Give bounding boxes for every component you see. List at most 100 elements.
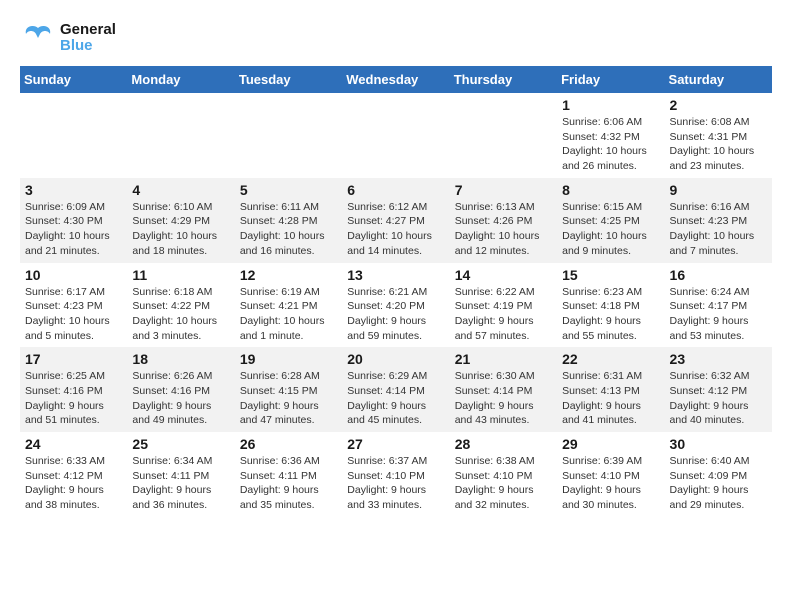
weekday-header-thursday: Thursday [450,66,557,93]
day-info: Sunrise: 6:22 AM Sunset: 4:19 PM Dayligh… [455,285,552,344]
day-info: Sunrise: 6:40 AM Sunset: 4:09 PM Dayligh… [670,454,767,513]
logo-bird-icon [20,20,56,56]
day-number: 9 [670,182,767,198]
weekday-header-sunday: Sunday [20,66,127,93]
day-info: Sunrise: 6:37 AM Sunset: 4:10 PM Dayligh… [347,454,444,513]
calendar-cell [235,93,342,178]
day-number: 17 [25,351,122,367]
day-info: Sunrise: 6:08 AM Sunset: 4:31 PM Dayligh… [670,115,767,174]
calendar-cell: 19 Sunrise: 6:28 AM Sunset: 4:15 PM Dayli… [235,347,342,432]
header: General Blue [20,20,772,56]
day-number: 12 [240,267,337,283]
calendar-cell: 7Sunrise: 6:13 AM Sunset: 4:26 PM Daylig… [450,178,557,263]
calendar-cell: 26 Sunrise: 6:36 AM Sunset: 4:11 PM Dayli… [235,432,342,517]
day-number: 10 [25,267,122,283]
day-number: 6 [347,182,444,198]
calendar-cell: 24Sunrise: 6:33 AM Sunset: 4:12 PM Dayli… [20,432,127,517]
day-info: Sunrise: 6:38 AM Sunset: 4:10 PM Dayligh… [455,454,552,513]
week-row-3: 10 Sunrise: 6:17 AM Sunset: 4:23 PM Dayli… [20,263,772,348]
calendar-cell: 12 Sunrise: 6:19 AM Sunset: 4:21 PM Dayli… [235,263,342,348]
day-number: 18 [132,351,229,367]
calendar-cell: 8 Sunrise: 6:15 AM Sunset: 4:25 PM Daylig… [557,178,664,263]
day-info: Sunrise: 6:39 AM Sunset: 4:10 PM Dayligh… [562,454,659,513]
day-info: Sunrise: 6:33 AM Sunset: 4:12 PM Dayligh… [25,454,122,513]
day-info: Sunrise: 6:29 AM Sunset: 4:14 PM Dayligh… [347,369,444,428]
day-number: 2 [670,97,767,113]
calendar-cell: 25 Sunrise: 6:34 AM Sunset: 4:11 PM Dayli… [127,432,234,517]
day-info: Sunrise: 6:09 AM Sunset: 4:30 PM Dayligh… [25,200,122,259]
day-info: Sunrise: 6:23 AM Sunset: 4:18 PM Dayligh… [562,285,659,344]
weekday-header-row: SundayMondayTuesdayWednesdayThursdayFrid… [20,66,772,93]
day-number: 30 [670,436,767,452]
calendar-cell: 6 Sunrise: 6:12 AM Sunset: 4:27 PM Daylig… [342,178,449,263]
day-info: Sunrise: 6:32 AM Sunset: 4:12 PM Dayligh… [670,369,767,428]
calendar-cell: 3Sunrise: 6:09 AM Sunset: 4:30 PM Daylig… [20,178,127,263]
day-info: Sunrise: 6:26 AM Sunset: 4:16 PM Dayligh… [132,369,229,428]
calendar-cell: 27 Sunrise: 6:37 AM Sunset: 4:10 PM Dayli… [342,432,449,517]
calendar-cell: 2 Sunrise: 6:08 AM Sunset: 4:31 PM Daylig… [665,93,772,178]
day-info: Sunrise: 6:10 AM Sunset: 4:29 PM Dayligh… [132,200,229,259]
day-info: Sunrise: 6:28 AM Sunset: 4:15 PM Dayligh… [240,369,337,428]
calendar-cell [20,93,127,178]
calendar-cell: 9 Sunrise: 6:16 AM Sunset: 4:23 PM Daylig… [665,178,772,263]
calendar-cell: 5 Sunrise: 6:11 AM Sunset: 4:28 PM Daylig… [235,178,342,263]
calendar-cell: 14 Sunrise: 6:22 AM Sunset: 4:19 PM Dayli… [450,263,557,348]
week-row-5: 24Sunrise: 6:33 AM Sunset: 4:12 PM Dayli… [20,432,772,517]
calendar-cell: 22Sunrise: 6:31 AM Sunset: 4:13 PM Dayli… [557,347,664,432]
day-info: Sunrise: 6:21 AM Sunset: 4:20 PM Dayligh… [347,285,444,344]
day-number: 14 [455,267,552,283]
weekday-header-wednesday: Wednesday [342,66,449,93]
day-info: Sunrise: 6:11 AM Sunset: 4:28 PM Dayligh… [240,200,337,259]
day-info: Sunrise: 6:17 AM Sunset: 4:23 PM Dayligh… [25,285,122,344]
day-info: Sunrise: 6:36 AM Sunset: 4:11 PM Dayligh… [240,454,337,513]
day-info: Sunrise: 6:16 AM Sunset: 4:23 PM Dayligh… [670,200,767,259]
calendar-cell: 16 Sunrise: 6:24 AM Sunset: 4:17 PM Dayli… [665,263,772,348]
day-number: 19 [240,351,337,367]
week-row-4: 17 Sunrise: 6:25 AM Sunset: 4:16 PM Dayli… [20,347,772,432]
calendar-cell [127,93,234,178]
logo-line2: Blue [60,38,116,55]
day-number: 16 [670,267,767,283]
calendar-cell: 11 Sunrise: 6:18 AM Sunset: 4:22 PM Dayli… [127,263,234,348]
day-number: 29 [562,436,659,452]
day-number: 13 [347,267,444,283]
day-number: 11 [132,267,229,283]
calendar-cell: 28 Sunrise: 6:38 AM Sunset: 4:10 PM Dayli… [450,432,557,517]
day-number: 27 [347,436,444,452]
day-number: 5 [240,182,337,198]
weekday-header-saturday: Saturday [665,66,772,93]
calendar-cell: 30 Sunrise: 6:40 AM Sunset: 4:09 PM Dayli… [665,432,772,517]
calendar-cell: 10 Sunrise: 6:17 AM Sunset: 4:23 PM Dayli… [20,263,127,348]
day-info: Sunrise: 6:34 AM Sunset: 4:11 PM Dayligh… [132,454,229,513]
day-info: Sunrise: 6:19 AM Sunset: 4:21 PM Dayligh… [240,285,337,344]
day-number: 23 [670,351,767,367]
calendar-cell: 18 Sunrise: 6:26 AM Sunset: 4:16 PM Dayli… [127,347,234,432]
day-info: Sunrise: 6:12 AM Sunset: 4:27 PM Dayligh… [347,200,444,259]
calendar-cell [450,93,557,178]
day-info: Sunrise: 6:25 AM Sunset: 4:16 PM Dayligh… [25,369,122,428]
day-info: Sunrise: 6:15 AM Sunset: 4:25 PM Dayligh… [562,200,659,259]
weekday-header-friday: Friday [557,66,664,93]
calendar-cell: 13 Sunrise: 6:21 AM Sunset: 4:20 PM Dayli… [342,263,449,348]
day-number: 26 [240,436,337,452]
weekday-header-tuesday: Tuesday [235,66,342,93]
calendar-table: SundayMondayTuesdayWednesdayThursdayFrid… [20,66,772,517]
day-number: 22 [562,351,659,367]
logo: General Blue [20,20,116,56]
day-info: Sunrise: 6:24 AM Sunset: 4:17 PM Dayligh… [670,285,767,344]
day-number: 28 [455,436,552,452]
day-number: 8 [562,182,659,198]
day-number: 1 [562,97,659,113]
day-info: Sunrise: 6:06 AM Sunset: 4:32 PM Dayligh… [562,115,659,174]
day-info: Sunrise: 6:30 AM Sunset: 4:14 PM Dayligh… [455,369,552,428]
day-number: 4 [132,182,229,198]
calendar-cell: 17 Sunrise: 6:25 AM Sunset: 4:16 PM Dayli… [20,347,127,432]
day-number: 25 [132,436,229,452]
calendar-cell [342,93,449,178]
day-info: Sunrise: 6:18 AM Sunset: 4:22 PM Dayligh… [132,285,229,344]
calendar-cell: 4 Sunrise: 6:10 AM Sunset: 4:29 PM Daylig… [127,178,234,263]
calendar-cell: 23 Sunrise: 6:32 AM Sunset: 4:12 PM Dayli… [665,347,772,432]
day-number: 7 [455,182,552,198]
week-row-1: 1 Sunrise: 6:06 AM Sunset: 4:32 PM Daylig… [20,93,772,178]
calendar-cell: 21Sunrise: 6:30 AM Sunset: 4:14 PM Dayli… [450,347,557,432]
